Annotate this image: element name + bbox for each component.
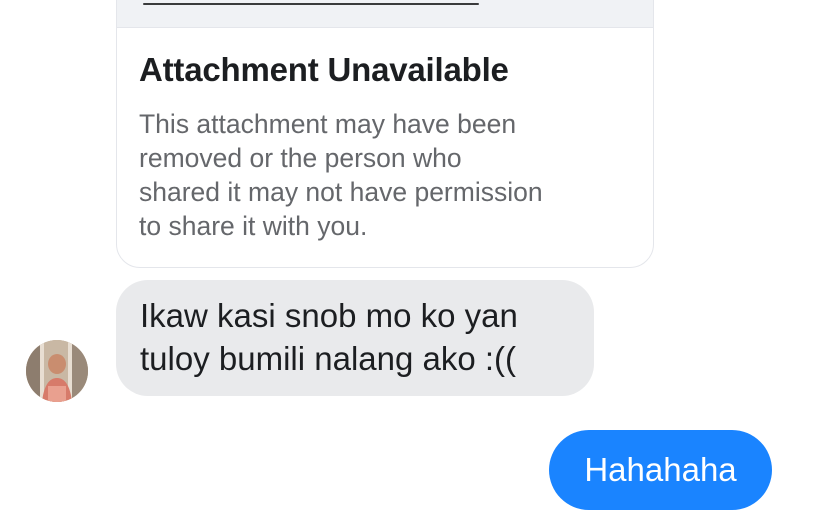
contact-avatar[interactable] xyxy=(26,340,88,402)
attachment-description-line: shared it may not have permission xyxy=(139,177,543,207)
sent-message-text: Hahahaha xyxy=(584,451,737,488)
attachment-link-preview xyxy=(117,0,653,28)
attachment-description-line: This attachment may have been xyxy=(139,109,517,139)
message-thread: Attachment Unavailable This attachment m… xyxy=(0,0,825,510)
received-message-bubble[interactable]: Ikaw kasi snob mo ko yan tuloy bumili na… xyxy=(116,280,594,396)
attachment-description-line: removed or the person who xyxy=(139,143,462,173)
received-message-line: Ikaw kasi snob mo ko yan xyxy=(140,297,518,334)
link-underline xyxy=(143,3,479,5)
avatar-photo xyxy=(26,340,88,402)
sent-message-bubble[interactable]: Hahahaha xyxy=(549,430,772,510)
attachment-title: Attachment Unavailable xyxy=(139,51,509,88)
received-message-line: tuloy bumili nalang ako :(( xyxy=(140,340,517,377)
attachment-description: This attachment may have been removed or… xyxy=(139,107,649,243)
attachment-description-line: to share it with you. xyxy=(139,211,368,241)
attachment-unavailable-card[interactable]: Attachment Unavailable This attachment m… xyxy=(116,0,654,268)
